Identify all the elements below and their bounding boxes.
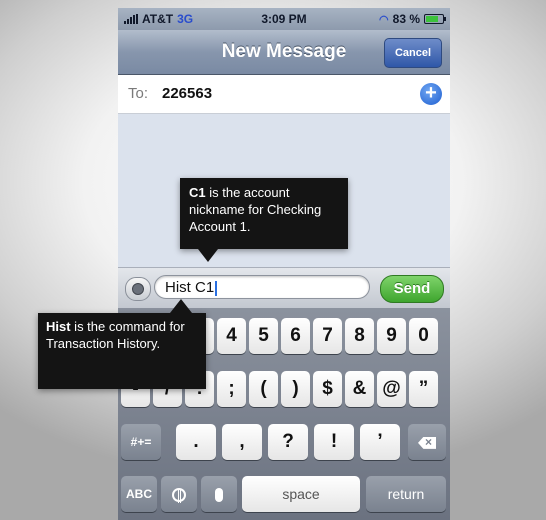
key-7[interactable]: 7 (313, 318, 342, 354)
mic-key[interactable] (201, 476, 237, 512)
key-9[interactable]: 9 (377, 318, 406, 354)
message-text: Hist C1 (165, 279, 215, 296)
globe-icon (172, 487, 186, 503)
key-comma[interactable]: , (222, 424, 262, 460)
key-more-symbols[interactable]: #+= (121, 424, 161, 460)
key-open-paren[interactable]: ( (249, 371, 278, 407)
callout-c1-term: C1 (189, 185, 206, 200)
add-contact-icon[interactable]: + (420, 83, 442, 105)
key-close-paren[interactable]: ) (281, 371, 310, 407)
key-ampersand[interactable]: & (345, 371, 374, 407)
key-0[interactable]: 0 (409, 318, 438, 354)
camera-button[interactable] (125, 277, 151, 301)
text-cursor (215, 280, 218, 296)
globe-key[interactable] (161, 476, 197, 512)
camera-icon (132, 283, 144, 295)
status-right: ◠ 83 % (379, 12, 446, 26)
callout-c1: C1 is the account nickname for Checking … (180, 178, 348, 262)
to-label: To: (128, 85, 149, 102)
callout-hist: Hist is the command for Transaction Hist… (38, 299, 206, 389)
key-period[interactable]: . (176, 424, 216, 460)
wifi-icon: ◠ (379, 13, 389, 26)
key-abc[interactable]: ABC (121, 476, 157, 512)
key-question[interactable]: ? (268, 424, 308, 460)
message-input[interactable]: Hist C1 (154, 275, 370, 299)
compose-bar: Hist C1 Send (118, 267, 450, 308)
key-8[interactable]: 8 (345, 318, 374, 354)
key-5[interactable]: 5 (249, 318, 278, 354)
status-bar: AT&T 3G 3:09 PM ◠ 83 % (118, 8, 450, 30)
battery-label: 83 % (392, 12, 420, 26)
callout-c1-text: is the account nickname for Checking Acc… (189, 185, 322, 234)
key-quote[interactable]: ” (409, 371, 438, 407)
phone-screen: AT&T 3G 3:09 PM ◠ 83 % New Message Cance… (118, 8, 450, 520)
microphone-icon (215, 487, 223, 502)
return-key[interactable]: return (366, 476, 446, 512)
cancel-button[interactable]: Cancel (384, 38, 442, 68)
key-apostrophe[interactable]: ’ (360, 424, 400, 460)
key-at[interactable]: @ (377, 371, 406, 407)
key-4[interactable]: 4 (217, 318, 246, 354)
key-6[interactable]: 6 (281, 318, 310, 354)
callout-hist-term: Hist (46, 319, 71, 334)
nav-bar: New Message Cancel (118, 30, 450, 75)
backspace-key[interactable] (408, 424, 446, 460)
recipient-row[interactable]: To: 226563 + (118, 75, 450, 114)
send-button[interactable]: Send (380, 275, 444, 303)
key-semicolon[interactable]: ; (217, 371, 246, 407)
battery-icon (424, 14, 446, 24)
space-key[interactable]: space (242, 476, 360, 512)
recipient-value[interactable]: 226563 (162, 85, 212, 102)
backspace-icon (418, 436, 436, 449)
key-dollar[interactable]: $ (313, 371, 342, 407)
key-exclamation[interactable]: ! (314, 424, 354, 460)
